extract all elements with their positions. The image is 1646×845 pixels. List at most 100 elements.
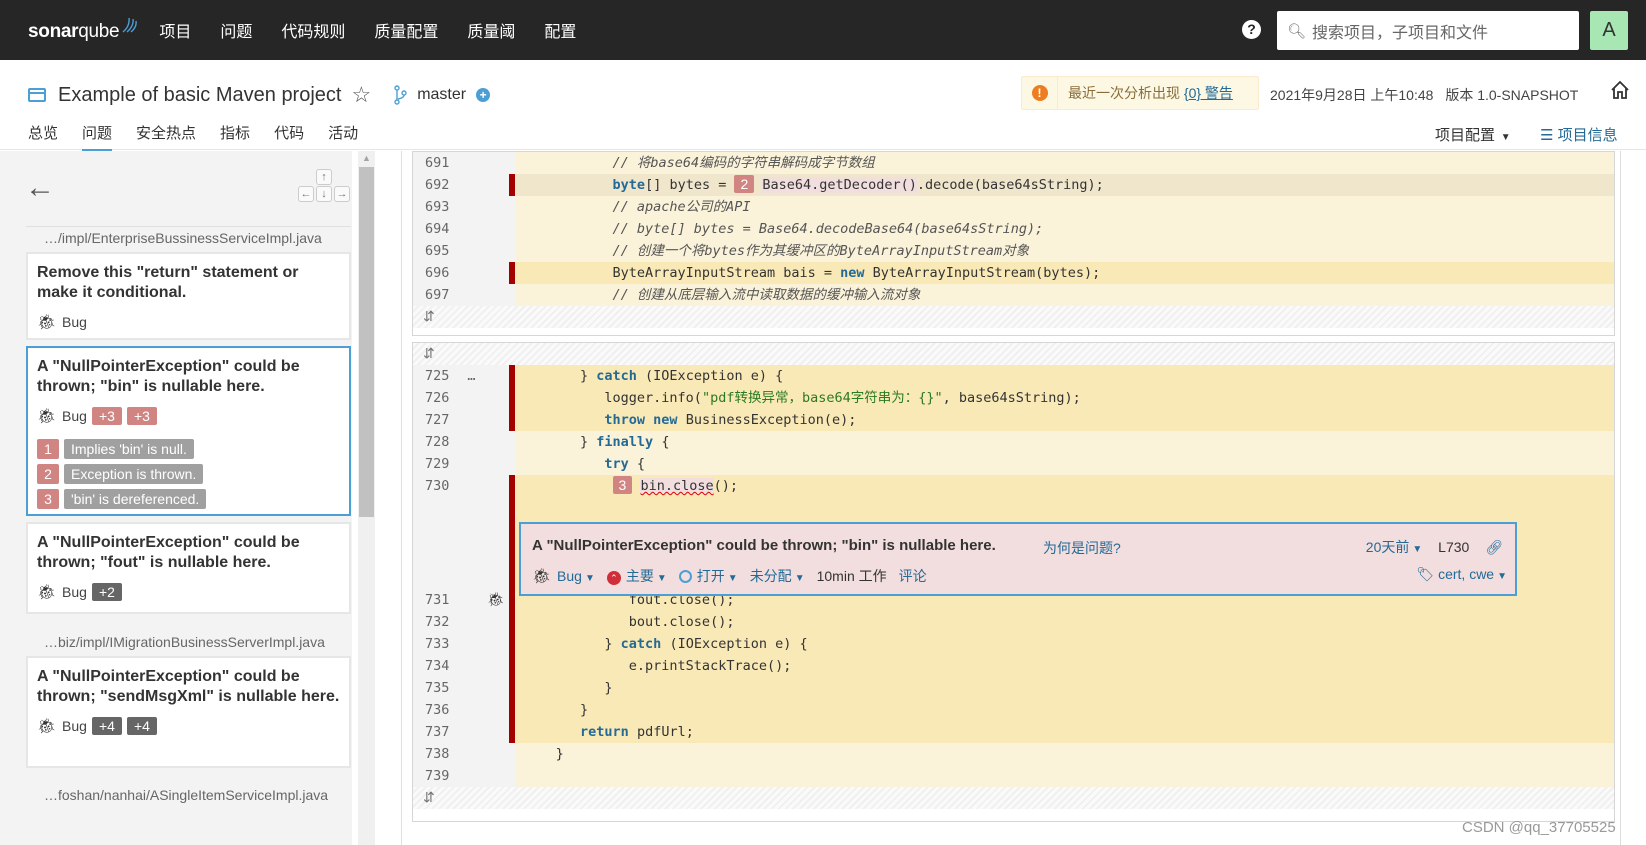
branch-name[interactable]: master <box>417 86 466 104</box>
location-marker[interactable]: 3 <box>612 476 633 494</box>
issue-card[interactable]: A "NullPointerException" could be thrown… <box>26 522 351 614</box>
help-icon[interactable]: ? <box>1242 20 1261 39</box>
expand-icon: ⇵ <box>423 345 435 361</box>
analysis-meta: 2021年9月28日 上午10:48 版本 1.0-SNAPSHOT <box>1270 85 1586 105</box>
issue-card[interactable]: A "NullPointerException" could be thrown… <box>26 656 351 768</box>
issue-card[interactable]: Remove this "return" statement or make i… <box>26 252 351 340</box>
analysis-date: 2021年9月28日 上午10:48 <box>1270 87 1434 103</box>
tab-code[interactable]: 代码 <box>274 122 304 152</box>
flow-location[interactable]: 2 Exception is thrown. <box>37 464 340 484</box>
location-marker[interactable]: 2 <box>734 175 755 193</box>
open-status-icon <box>678 570 692 583</box>
issue-message: A "NullPointerException" could be thrown… <box>37 668 340 705</box>
key-left-icon: ← <box>298 186 314 202</box>
flow-location[interactable]: 3 'bin' is dereferenced. <box>37 489 340 509</box>
user-avatar[interactable]: A <box>1590 11 1628 50</box>
code-line: 695 // 创建一个将bytes作为其缓冲区的ByteArrayInputSt… <box>413 240 1614 262</box>
issue-type-dropdown[interactable]: 🐞︎ Bug ▼ <box>532 567 595 585</box>
scroll-up-icon[interactable]: ▲ <box>362 153 371 163</box>
nav-issues[interactable]: 问题 <box>220 18 252 42</box>
issue-message: Remove this "return" statement or make i… <box>37 264 299 301</box>
project-header: Example of basic Maven project ☆ master … <box>0 60 1646 152</box>
scrollbar-thumb[interactable] <box>359 167 374 517</box>
tab-overview[interactable]: 总览 <box>28 122 58 152</box>
flow-locations: 1 Implies 'bin' is null. 2 Exception is … <box>37 439 340 509</box>
home-icon[interactable] <box>1610 80 1630 100</box>
sidebar-scrollbar[interactable]: ▲ <box>358 151 375 845</box>
project-name[interactable]: Example of basic Maven project <box>58 84 341 107</box>
file-path: …/impl/EnterpriseBussinessServiceImpl.ja… <box>44 230 322 246</box>
code-line: 739 <box>413 765 1614 787</box>
code-line: 694 // byte[] bytes = Base64.decodeBase6… <box>413 218 1614 240</box>
tab-activity[interactable]: 活动 <box>328 122 358 152</box>
expand-lines-button[interactable]: ⇵ <box>413 306 1614 328</box>
divider <box>26 226 351 227</box>
add-branch-icon[interactable]: + <box>476 88 491 102</box>
project-tabs: 总览 问题 安全热点 指标 代码 活动 <box>28 122 382 152</box>
code-line: 738 } <box>413 743 1614 765</box>
issues-sidebar: ← ↑ ← ↓ → …/impl/EnterpriseBussinessServ… <box>0 151 352 845</box>
bug-icon: 🐞︎ <box>37 718 57 735</box>
code-line: 727 throw new BusinessException(e); <box>413 409 1614 431</box>
code-line: 732 bout.close(); <box>413 611 1614 633</box>
flow-badge[interactable]: +3 <box>126 407 157 425</box>
logo-waves-icon <box>122 17 138 33</box>
global-search-input[interactable]: 🔍︎ 搜索项目，子项目和文件 <box>1277 11 1579 50</box>
sonarqube-logo[interactable]: sonar qube <box>28 17 138 43</box>
tab-measures[interactable]: 指标 <box>220 122 250 152</box>
scm-more-icon[interactable]: … <box>467 368 475 384</box>
issue-type: Bug <box>62 314 87 330</box>
project-icon <box>28 88 46 102</box>
nav-projects[interactable]: 项目 <box>159 18 191 42</box>
nav-rules[interactable]: 代码规则 <box>281 18 345 42</box>
keyboard-shortcuts-hint: ↑ ← ↓ → <box>298 169 350 205</box>
flow-badge[interactable]: +2 <box>91 583 122 601</box>
issue-message: A "NullPointerException" could be thrown… <box>37 534 300 571</box>
inline-issue[interactable]: A "NullPointerException" could be thrown… <box>519 522 1517 596</box>
code-line: 729 try { <box>413 453 1614 475</box>
issue-message: A "NullPointerException" could be thrown… <box>37 358 300 395</box>
severity-dropdown[interactable]: ⌃ 主要 ▼ <box>606 566 667 586</box>
effort: 10min 工作 <box>816 568 887 584</box>
caret-down-icon: ▼ <box>1498 132 1511 143</box>
age-dropdown[interactable]: 20天前 ▼ <box>1366 539 1422 555</box>
bug-icon: 🐞︎ <box>37 408 57 425</box>
issue-card-selected[interactable]: A "NullPointerException" could be thrown… <box>26 346 351 516</box>
favorite-star-icon[interactable]: ☆ <box>351 82 371 108</box>
caret-down-icon: ▼ <box>727 573 738 584</box>
project-info-button[interactable]: ☰ 项目信息 <box>1540 124 1618 145</box>
why-is-this-an-issue-link[interactable]: 为何是问题? <box>1043 538 1121 558</box>
code-line: 728 } finally { <box>413 431 1614 453</box>
nav-quality-profiles[interactable]: 质量配置 <box>374 18 438 42</box>
code-line: 737 return pdfUrl; <box>413 721 1614 743</box>
tab-security-hotspots[interactable]: 安全热点 <box>136 122 196 152</box>
key-down-icon: ↓ <box>316 186 332 202</box>
comment-link[interactable]: 评论 <box>899 566 927 586</box>
project-version: 版本 1.0-SNAPSHOT <box>1445 87 1579 103</box>
issue-type: Bug <box>62 718 87 734</box>
status-dropdown[interactable]: 打开 ▼ <box>678 566 738 586</box>
caret-down-icon: ▼ <box>1497 571 1507 582</box>
flow-badge[interactable]: +4 <box>126 717 157 735</box>
assignee-dropdown[interactable]: 未分配 ▼ <box>750 566 805 586</box>
nav-quality-gates[interactable]: 质量阈 <box>467 18 515 42</box>
expand-lines-button[interactable]: ⇵ <box>413 787 1614 809</box>
expand-lines-button[interactable]: ⇵ <box>413 343 1614 365</box>
warnings-link[interactable]: {0} 警告 <box>1184 85 1233 101</box>
search-placeholder: 搜索项目，子项目和文件 <box>1312 24 1489 42</box>
caret-down-icon: ▼ <box>794 573 805 584</box>
flow-location[interactable]: 1 Implies 'bin' is null. <box>37 439 340 459</box>
flow-badge[interactable]: +3 <box>91 407 122 425</box>
major-severity-icon: ⌃ <box>606 571 621 585</box>
flow-badge[interactable]: +4 <box>91 717 122 735</box>
tab-issues[interactable]: 问题 <box>82 122 113 152</box>
code-line: 697 // 创建从底层输入流中读取数据的缓冲输入流对象 <box>413 284 1614 306</box>
tags-dropdown[interactable]: 🏷︎ cert, cwe ▼ <box>1416 566 1507 583</box>
list-icon: ☰ <box>1540 127 1554 144</box>
back-arrow-icon[interactable]: ← <box>25 171 55 205</box>
project-settings-dropdown[interactable]: 项目配置 ▼ <box>1435 124 1511 145</box>
nav-administration[interactable]: 配置 <box>544 18 576 42</box>
tag-icon: 🏷︎ <box>1416 566 1435 582</box>
permalink-icon[interactable]: 🔗︎ <box>1485 539 1503 555</box>
bug-gutter-icon[interactable]: 🐞︎ <box>483 589 509 611</box>
